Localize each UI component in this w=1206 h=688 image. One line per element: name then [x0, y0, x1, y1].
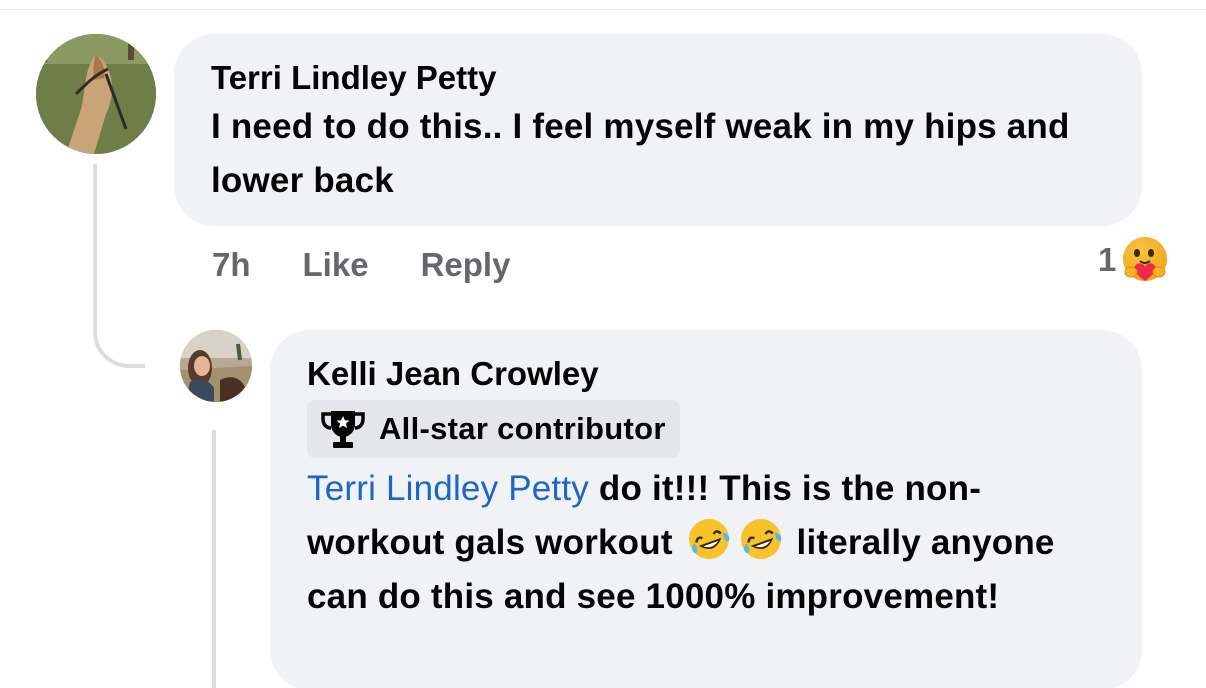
avatar[interactable]: [180, 330, 252, 402]
rolling-laughing-emoji: [738, 516, 784, 562]
thread-connector-line: [212, 430, 216, 688]
avatar[interactable]: [36, 34, 156, 154]
like-button[interactable]: Like: [303, 246, 369, 284]
comment-bubble: Kelli Jean Crowley All-star contributor …: [270, 330, 1142, 688]
badge-label: All-star contributor: [379, 411, 666, 446]
trophy-icon: [319, 408, 367, 450]
comment-thread: Terri Lindley Petty I need to do this.. …: [0, 0, 1206, 688]
comment-author[interactable]: Terri Lindley Petty: [211, 58, 1106, 98]
thread-connector-line: [93, 164, 145, 368]
divider: [0, 9, 1206, 10]
reply-button[interactable]: Reply: [421, 246, 511, 284]
contributor-badge[interactable]: All-star contributor: [307, 400, 680, 458]
comment-text: Terri Lindley Petty do it!!! This is the…: [307, 462, 1106, 624]
comment-timestamp[interactable]: 7h: [212, 246, 251, 284]
avatar-photo: [36, 34, 156, 154]
avatar-photo: [180, 330, 252, 402]
rolling-laughing-emoji: [686, 516, 732, 562]
comment-author[interactable]: Kelli Jean Crowley: [307, 354, 1106, 394]
reaction-count: 1: [1098, 241, 1117, 278]
mention-link[interactable]: Terri Lindley Petty: [307, 469, 589, 508]
care-reaction-icon: [1120, 235, 1170, 285]
comment-bubble: Terri Lindley Petty I need to do this.. …: [174, 34, 1142, 226]
comment-text: I need to do this.. I feel myself weak i…: [211, 107, 1070, 200]
reaction-summary[interactable]: 1: [1098, 234, 1170, 286]
comment-actions: 7h Like Reply: [212, 240, 510, 290]
